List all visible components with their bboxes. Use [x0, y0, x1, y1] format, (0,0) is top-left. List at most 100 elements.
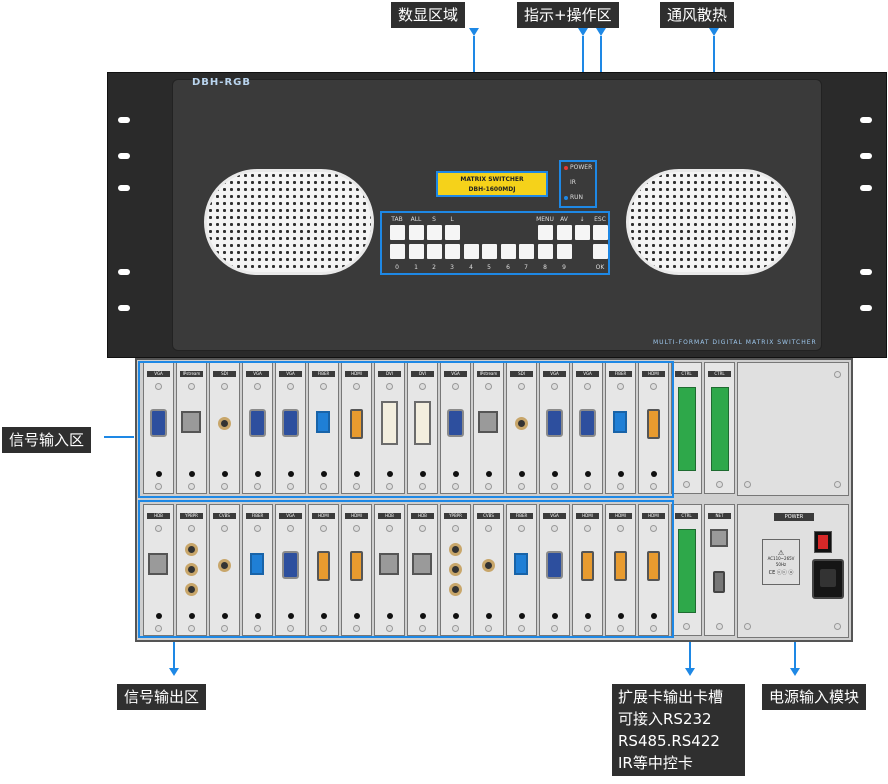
blank-plate: [737, 362, 849, 496]
keypad-button-0[interactable]: [390, 244, 405, 259]
screw-icon: [834, 481, 841, 488]
screw-icon: [683, 623, 690, 630]
rack-ear-hole: [118, 153, 130, 159]
power-switch[interactable]: [814, 531, 832, 553]
screw-icon: [716, 481, 723, 488]
ctrl-card: CTRL: [671, 504, 702, 636]
key-label-bottom: 5: [487, 264, 491, 271]
callout-expansion-line3: RS485.RS422: [618, 732, 720, 750]
keypad-button[interactable]: [538, 225, 553, 240]
rack-ear-hole: [860, 153, 872, 159]
key-label-bottom: 0: [395, 264, 399, 271]
keypad-button[interactable]: [409, 225, 424, 240]
callout-power-input: 电源输入模块: [762, 684, 867, 710]
indicator-panel: POWER IR RUN: [559, 160, 597, 208]
model-text: MULTI-FORMAT DIGITAL MATRIX SWITCHER: [653, 339, 817, 346]
net-card: NET: [704, 504, 735, 636]
front-panel: DBH-RGB MATRIX SWITCHER DBH-1600MDJ POWE…: [107, 72, 887, 358]
screw-icon: [834, 371, 841, 378]
callout-signal-output: 信号输出区: [117, 684, 207, 710]
callout-expansion-line2: 可接入RS232: [618, 710, 712, 728]
key-label-top: ↓: [579, 216, 585, 223]
psu-freq: 50Hz: [775, 562, 787, 567]
power-switch-rocker: [818, 535, 828, 549]
ir-led-icon: [564, 181, 568, 185]
screw-icon: [834, 623, 841, 630]
keypad-button-ok[interactable]: [593, 244, 608, 259]
indicator-run: RUN: [564, 194, 583, 201]
key-label-bottom: 3: [450, 264, 454, 271]
rack-ear-hole: [860, 185, 872, 191]
indicator-power: POWER: [564, 164, 592, 171]
screw-icon: [744, 623, 751, 630]
rack-ear-hole: [860, 117, 872, 123]
power-led-icon: [564, 165, 568, 170]
ctrl-card: CTRL: [704, 362, 735, 494]
arrow-expansion: [685, 668, 695, 676]
rating-label: ⚠ AC110~265V 50Hz CE ⓒⓒ ⓤ: [762, 539, 800, 585]
signal-input-zone: [138, 361, 674, 498]
key-label-bottom: OK: [595, 264, 605, 271]
key-label-bottom: 2: [432, 264, 436, 271]
screw-icon: [744, 481, 751, 488]
lcd-line-2: DBH-1600MDJ: [468, 186, 516, 193]
key-label-bottom: 8: [543, 264, 547, 271]
key-label-top: AV: [560, 216, 568, 223]
callout-expansion-slot: 扩展卡输出卡槽 可接入RS232 RS485.RS422 IR等中控卡: [612, 684, 745, 776]
key-label-bottom: 7: [524, 264, 528, 271]
keypad-button[interactable]: [427, 225, 442, 240]
keypad-button[interactable]: [390, 225, 405, 240]
keypad-button-1[interactable]: [409, 244, 424, 259]
key-label-bottom: 9: [562, 264, 566, 271]
keypad-button-8[interactable]: [538, 244, 553, 259]
ac-inlet-icon[interactable]: [812, 559, 844, 599]
brand-logo: DBH-RGB: [192, 77, 251, 88]
arrow-ventilation: [709, 28, 719, 36]
keypad-button[interactable]: [557, 225, 572, 240]
card-label: CTRL: [708, 371, 731, 377]
keypad-button-7[interactable]: [519, 244, 534, 259]
vent-grille-left: [204, 169, 374, 275]
arrow-display: [469, 28, 479, 36]
key-label-top: ESC: [594, 216, 606, 223]
callout-ventilation: 通风散热: [660, 2, 735, 28]
key-label-top: S: [432, 216, 436, 223]
arrow-signal-output: [169, 668, 179, 676]
rack-ear-hole: [118, 305, 130, 311]
keypad-button-5[interactable]: [482, 244, 497, 259]
keypad-button-2[interactable]: [427, 244, 442, 259]
screw-icon: [716, 623, 723, 630]
rj45-port-icon[interactable]: [710, 529, 728, 547]
rack-ear-hole: [118, 269, 130, 275]
rack-ear-hole: [118, 117, 130, 123]
keypad-button-4[interactable]: [464, 244, 479, 259]
card-label: NET: [708, 513, 731, 519]
key-label-bottom: 6: [506, 264, 510, 271]
run-led-icon: [564, 195, 568, 200]
indicator-ir: IR: [564, 179, 576, 186]
keypad-button[interactable]: [593, 225, 608, 240]
line-signal-input: [104, 436, 134, 438]
db9-port-icon[interactable]: [713, 571, 725, 593]
signal-output-zone: [138, 500, 674, 638]
keypad-button-6[interactable]: [501, 244, 516, 259]
arrow-indicator-2: [596, 28, 606, 36]
callout-expansion-line4: IR等中控卡: [618, 754, 693, 772]
callout-display-area: 数显区域: [391, 2, 466, 28]
lcd-display: MATRIX SWITCHER DBH-1600MDJ: [436, 171, 548, 197]
key-label-top: L: [450, 216, 454, 223]
card-label: CTRL: [675, 371, 698, 377]
lcd-line-1: MATRIX SWITCHER: [460, 176, 524, 183]
card-label: CTRL: [675, 513, 698, 519]
keypad-button[interactable]: [575, 225, 590, 240]
keypad-button-3[interactable]: [445, 244, 460, 259]
keypad-button[interactable]: [445, 225, 460, 240]
callout-signal-input: 信号输入区: [2, 427, 92, 453]
terminal-block-icon[interactable]: [678, 529, 696, 613]
keypad-button-9[interactable]: [557, 244, 572, 259]
rack-ear-hole: [118, 185, 130, 191]
terminal-block-icon[interactable]: [678, 387, 696, 471]
keypad: TAB ALL S L MENU AV ↓ ESC 0 1 2 3 4 5 6 …: [380, 211, 610, 275]
terminal-block-icon[interactable]: [711, 387, 729, 471]
key-label-top: TAB: [391, 216, 403, 223]
